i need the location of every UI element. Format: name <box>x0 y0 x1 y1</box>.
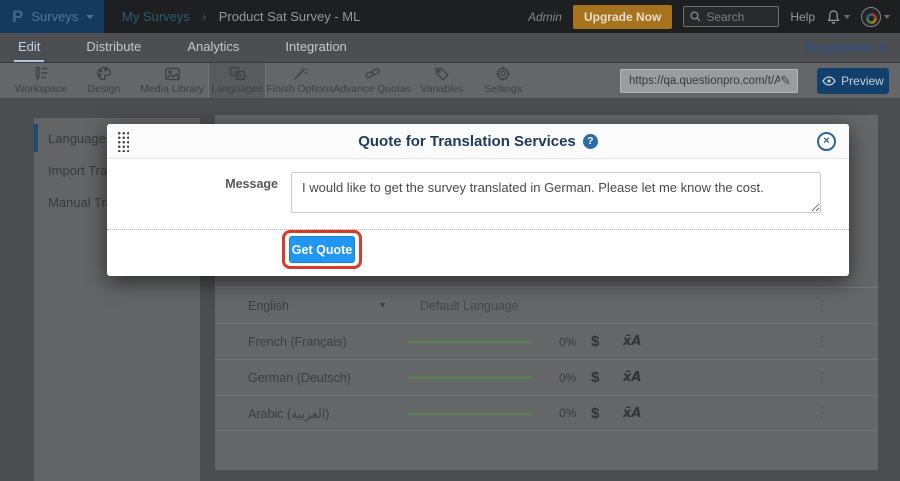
search-icon <box>690 11 701 22</box>
product-menu[interactable]: P Surveys <box>0 0 104 33</box>
image-icon <box>164 67 181 81</box>
row-menu-icon[interactable]: ⋮ <box>815 360 829 395</box>
svg-text:A: A <box>238 74 242 80</box>
breadcrumb-separator-icon: › <box>202 10 207 24</box>
quote-icon[interactable]: $ <box>591 324 599 359</box>
translation-progress-bar <box>408 324 533 359</box>
preview-label: Preview <box>841 74 884 88</box>
table-row-french: French (Français) 0% $ x̄A ⋮ <box>215 323 878 359</box>
help-icon[interactable]: ? <box>583 134 598 149</box>
breadcrumb: My Surveys › Product Sat Survey - ML <box>122 0 360 33</box>
progress-percent: 0% <box>559 360 576 395</box>
row-menu-icon[interactable]: ⋮ <box>815 324 829 359</box>
translate-icon[interactable]: x̄A <box>623 396 641 430</box>
table-row-arabic: Arabic (العربية) 0% $ x̄A ⋮ <box>215 395 878 431</box>
svg-text:x: x <box>232 70 235 76</box>
upgrade-now-button[interactable]: Upgrade Now <box>573 5 672 29</box>
account-menu-button[interactable] <box>861 7 890 27</box>
toolbar-label: Settings <box>484 83 522 95</box>
progress-percent: 0% <box>559 324 576 359</box>
toolbar-languages[interactable]: x A Languages <box>208 63 266 98</box>
chain-link-icon <box>364 66 381 81</box>
toolbar-label: Advance Quotas <box>333 83 411 95</box>
toolbar-label: Media Library <box>140 83 204 95</box>
toolbar-label: Languages <box>211 83 263 95</box>
tab-integration[interactable]: Integration <box>281 33 350 62</box>
toolbar-finish-options[interactable]: Finish Options <box>266 63 334 98</box>
default-language-tag: Default Language <box>420 288 519 323</box>
avatar <box>861 7 881 27</box>
toolbar-design[interactable]: Design <box>72 63 136 98</box>
bell-icon <box>826 9 841 25</box>
progress-percent: 0% <box>559 396 576 430</box>
palette-icon <box>96 66 112 81</box>
languages-table: English ▾ Default Language ⋮ French (Fra… <box>215 287 878 431</box>
language-name[interactable]: English <box>248 288 289 323</box>
message-textarea[interactable]: I would like to get the survey translate… <box>291 172 821 213</box>
edit-url-icon[interactable]: ✎ <box>780 74 791 89</box>
get-quote-button[interactable]: Get Quote <box>289 236 355 263</box>
tab-distribute[interactable]: Distribute <box>82 33 145 62</box>
search-input[interactable] <box>706 10 770 24</box>
translation-progress-bar <box>408 396 533 430</box>
language-name: French (Français) <box>248 324 347 359</box>
chevron-down-icon <box>844 15 850 19</box>
tab-edit[interactable]: Edit <box>14 33 44 62</box>
survey-url-input[interactable] <box>629 75 780 87</box>
preview-button[interactable]: Preview <box>817 68 889 94</box>
modal-header: Quote for Translation Services ? × <box>107 124 849 159</box>
quote-icon[interactable]: $ <box>591 396 599 430</box>
translate-icon: x A <box>229 66 246 81</box>
table-row-english: English ▾ Default Language ⋮ <box>215 287 878 323</box>
drag-handle-icon[interactable] <box>117 131 129 152</box>
toolbar-variables[interactable]: Variables <box>410 63 474 98</box>
table-row-german: German (Deutsch) 0% $ x̄A ⋮ <box>215 359 878 395</box>
tag-icon <box>434 66 450 81</box>
footer-divider <box>107 229 849 230</box>
modal-title: Quote for Translation Services <box>358 133 576 150</box>
help-link[interactable]: Help <box>790 10 815 24</box>
top-header: P Surveys My Surveys › Product Sat Surve… <box>0 0 900 33</box>
toolbar-label: Variables <box>421 83 464 95</box>
workspace-icon <box>33 66 50 81</box>
survey-url-box: ✎ <box>620 69 798 93</box>
search-box[interactable] <box>683 6 779 27</box>
breadcrumb-my-surveys[interactable]: My Surveys <box>122 9 190 24</box>
toolbar-label: Finish Options <box>266 83 333 95</box>
language-name: German (Deutsch) <box>248 360 351 395</box>
row-menu-icon[interactable]: ⋮ <box>815 288 829 323</box>
language-name: Arabic (العربية) <box>248 396 329 430</box>
eye-icon <box>822 76 836 86</box>
row-menu-icon[interactable]: ⋮ <box>815 396 829 430</box>
header-right-cluster: Admin Upgrade Now Help <box>528 0 890 33</box>
quote-translation-modal: Quote for Translation Services ? × Messa… <box>107 124 849 276</box>
close-icon[interactable]: × <box>817 132 836 151</box>
product-menu-label: Surveys <box>31 9 78 24</box>
message-label: Message <box>207 177 278 191</box>
toolbar-label: Design <box>88 83 121 95</box>
chevron-down-icon <box>86 15 94 19</box>
translation-progress-bar <box>408 360 533 395</box>
survey-nav-bar: Edit Distribute Analytics Integration Re… <box>0 33 900 62</box>
admin-label: Admin <box>528 10 562 24</box>
chevron-down-icon[interactable]: ▾ <box>380 288 385 323</box>
notifications-button[interactable] <box>826 9 850 25</box>
toolbar-settings[interactable]: Settings <box>474 63 532 98</box>
sidebar-item-label: Languages <box>48 131 112 146</box>
translate-icon[interactable]: x̄A <box>623 324 641 359</box>
magic-wand-icon <box>292 66 308 81</box>
toolbar-media-library[interactable]: Media Library <box>136 63 208 98</box>
gear-icon <box>495 66 511 81</box>
chevron-down-icon <box>884 15 890 19</box>
toolbar-label: Workspace <box>15 83 67 95</box>
responses-count: Responses: 0 <box>805 33 886 62</box>
questionpro-logo-icon: P <box>12 8 23 25</box>
quote-icon[interactable]: $ <box>591 360 599 395</box>
toolbar-advance-quotas[interactable]: Advance Quotas <box>334 63 410 98</box>
breadcrumb-current-survey: Product Sat Survey - ML <box>219 9 361 24</box>
translate-icon[interactable]: x̄A <box>623 360 641 395</box>
toolbar-workspace[interactable]: Workspace <box>10 63 72 98</box>
tab-analytics[interactable]: Analytics <box>183 33 243 62</box>
